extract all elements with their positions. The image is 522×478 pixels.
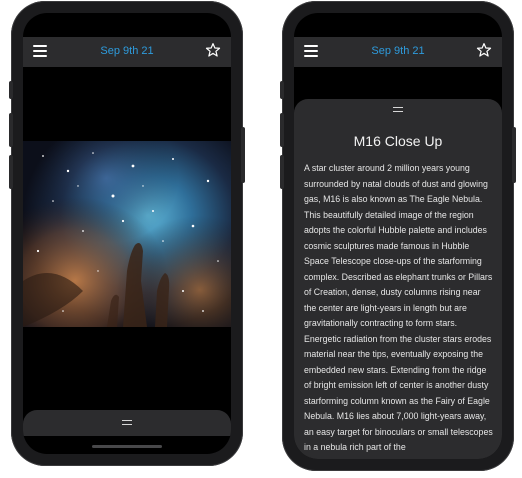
side-button <box>9 81 13 99</box>
description-text: A star cluster around 2 million years yo… <box>304 163 493 452</box>
astronomy-photo[interactable] <box>23 141 231 327</box>
eagle-nebula-image <box>23 141 231 327</box>
notch <box>337 13 459 31</box>
navbar: Sep 9th 21 <box>294 37 502 67</box>
side-button <box>280 81 284 99</box>
star-outline-icon[interactable] <box>205 42 221 58</box>
navbar: Sep 9th 21 <box>23 37 231 67</box>
drag-grip-icon[interactable] <box>122 420 132 425</box>
date-title[interactable]: Sep 9th 21 <box>23 45 231 57</box>
volume-up-button <box>9 113 13 147</box>
drag-grip-icon[interactable] <box>393 107 403 112</box>
power-button <box>241 127 245 183</box>
notch <box>66 13 188 31</box>
volume-up-button <box>280 113 284 147</box>
volume-down-button <box>280 155 284 189</box>
power-button <box>512 127 516 183</box>
star-outline-icon[interactable] <box>476 42 492 58</box>
sheet-title: M16 Close Up <box>353 133 443 149</box>
bottom-drawer-handle[interactable] <box>23 410 231 436</box>
left-phone-frame: Sep 9th 21 <box>9 1 245 466</box>
right-phone-frame: Sep 9th 21 M16 Close Up A star cluster a… <box>280 1 516 471</box>
left-screen: Sep 9th 21 <box>23 13 231 454</box>
date-title[interactable]: Sep 9th 21 <box>294 45 502 57</box>
description-sheet[interactable]: M16 Close Up A star cluster around 2 mil… <box>294 99 502 459</box>
home-indicator <box>92 445 162 448</box>
volume-down-button <box>9 155 13 189</box>
right-screen: Sep 9th 21 M16 Close Up A star cluster a… <box>294 13 502 459</box>
